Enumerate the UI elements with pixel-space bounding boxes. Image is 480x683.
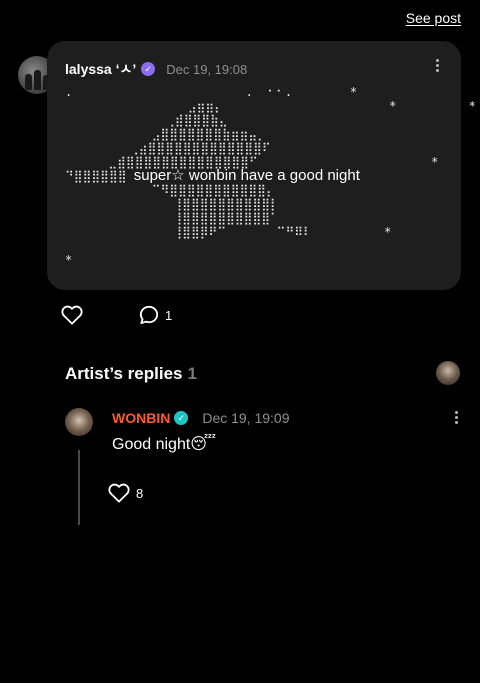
reply-like-count: 8	[136, 485, 144, 501]
art-line: ⢸⣿⣿⣿⣿⣿⣿⣿⣿⣿⣿⡇	[65, 197, 279, 211]
reply-more-options-icon[interactable]	[450, 411, 462, 424]
comment-group[interactable]: 1	[139, 305, 172, 325]
post-timestamp: Dec 19, 19:08	[166, 61, 248, 77]
art-line: ⠉⠻⣿⣿⣿⣿⣿⣿⣿⣿⣿⣿⣿⡄	[65, 183, 275, 197]
art-line: ⣠⣶⣶⡄ * *	[65, 99, 476, 113]
art-line: . . ⠂⠂. *	[65, 85, 358, 99]
verified-icon: ✓	[141, 62, 156, 76]
artist-verified-icon: ✓	[174, 411, 189, 425]
avatar-figure	[25, 74, 32, 90]
art-line: ⣠⣿⣿⣿⣿⣿⣿⣿⣷⣶⣶⣤⡀	[65, 127, 266, 141]
reply-like-group[interactable]: 8	[108, 483, 143, 503]
post-username[interactable]: lalyssa ‘ㅅ’	[65, 59, 136, 79]
post-actions: 1	[61, 305, 172, 325]
comment-count: 1	[165, 307, 173, 323]
reply-author-avatar[interactable]	[65, 408, 93, 436]
thread-line	[78, 450, 80, 525]
art-line: ⢀⣴⣿⣿⣿⣿⣿⣿⣿⣿⣿⣿⣿⣿⣿⠏	[65, 141, 271, 155]
artist-replies-header: Artist’s replies 1	[65, 364, 197, 384]
art-line: ⢸⣿⣿⡿⠟⠉ ⠉⠛⠿⠇ *	[65, 225, 392, 239]
post-content: . . ⠂⠂. * ⣠⣶⣶⡄ * * ⢀⣾⣿⣿⣿⣷⣄ ⣠⣿⣿⣿⣿⣿⣿⣿⣷⣶⣶⣤⡀…	[65, 85, 476, 267]
artist-avatar-small[interactable]	[436, 361, 460, 385]
see-post-link[interactable]: See post	[406, 10, 461, 26]
post-message: super☆ wonbin have a good night	[133, 167, 360, 184]
artist-replies-count: 1	[187, 364, 197, 383]
artist-replies-title: Artist’s replies	[65, 364, 183, 383]
avatar-figure	[34, 70, 41, 90]
post-bubble: lalyssa ‘ㅅ’ ✓ Dec 19, 19:08 . . ⠂⠂. * ⣠⣶…	[47, 41, 476, 290]
like-heart-icon[interactable]	[61, 305, 83, 325]
reply-timestamp: Dec 19, 19:09	[202, 410, 290, 426]
art-line: ⢸⣿⣿⣿⣿⣿⣿⣿⣿⣿⣿⠁	[65, 211, 279, 225]
post-detail-page: See post lalyssa ‘ㅅ’ ✓ Dec 19, 19:08 . .…	[0, 0, 480, 683]
art-message-prefix: ⠙⣿⣿⣿⣿⣿⣿	[65, 169, 134, 183]
art-line: *	[65, 253, 73, 267]
post-header: lalyssa ‘ㅅ’ ✓ Dec 19, 19:08	[65, 59, 247, 79]
reply-like-heart-icon[interactable]	[108, 483, 130, 503]
reply-author-name[interactable]: WONBIN	[112, 410, 170, 426]
art-line: ⢀⣾⣿⣿⣿⣷⣄	[65, 113, 228, 127]
reply-text: Good night😴	[112, 436, 216, 453]
reply-header: WONBIN ✓ Dec 19, 19:09	[112, 410, 290, 426]
comment-bubble-icon[interactable]	[139, 305, 159, 325]
post-more-options-icon[interactable]	[431, 59, 443, 72]
